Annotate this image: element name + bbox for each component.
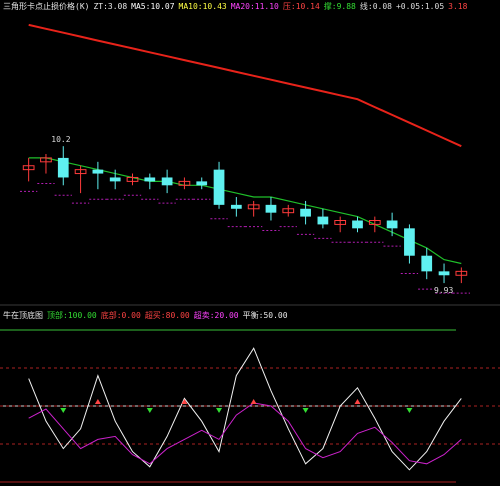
candle-body-21 [386,220,398,229]
sub-legend-item-2: 底部:0.00 [100,311,141,320]
candle-body-4 [92,169,104,174]
main-legend-item-6: 撑:9.88 [323,2,356,11]
main-legend-item-9: 3.18 [448,2,468,11]
candle-body-24 [438,271,450,276]
candle-body-5 [109,177,121,182]
main-legend-item-4: MA20:11.10 [230,2,279,11]
candle-body-11 [213,169,225,205]
sub-legend: 牛在顶底图 顶部:100.00 底部:0.00 超买:80.00 超卖:20.00 平衡:… [3,311,292,321]
main-legend-item-2: MA5:10.07 [131,2,175,11]
sub-legend-item-0: 牛在顶底图 [3,311,43,320]
sub-legend-item-5: 平衡:50.00 [242,311,288,320]
main-legend-item-7: 线:0.08 [359,2,392,11]
background [0,0,500,486]
candle-body-22 [404,228,415,256]
low-price-label: 9.93 [434,286,453,295]
candle-body-8 [161,177,173,186]
main-grid [0,0,500,486]
main-legend-item-5: 压:10.14 [282,2,320,11]
candle-body-2 [57,157,69,178]
sub-legend-item-4: 超卖:20.00 [193,311,239,320]
candle-body-12 [230,204,242,209]
sub-legend-item-3: 超买:80.00 [144,311,190,320]
main-legend-item-0: 三角形卡点止损价格(K) [3,2,90,11]
main-legend-item-3: MA10:10.43 [178,2,227,11]
sub-legend-item-1: 顶部:100.00 [47,311,97,320]
candle-body-19 [352,220,363,229]
candle-body-7 [144,177,156,182]
candle-body-16 [300,208,311,217]
main-legend-item-1: ZT:3.08 [93,2,128,11]
high-price-label: 10.2 [51,135,70,144]
main-legend: 三角形卡点止损价格(K) ZT:3.08 MA5:10.07 MA10:10.43 MA… [3,2,471,12]
stock-chart-canvas: 10.2 9.93 [0,0,500,486]
candle-body-10 [196,181,208,186]
candle-body-17 [317,216,329,225]
main-legend-item-8: +0.05:1.05 [395,2,445,11]
candle-body-14 [265,204,277,213]
candle-body-23 [421,255,433,272]
